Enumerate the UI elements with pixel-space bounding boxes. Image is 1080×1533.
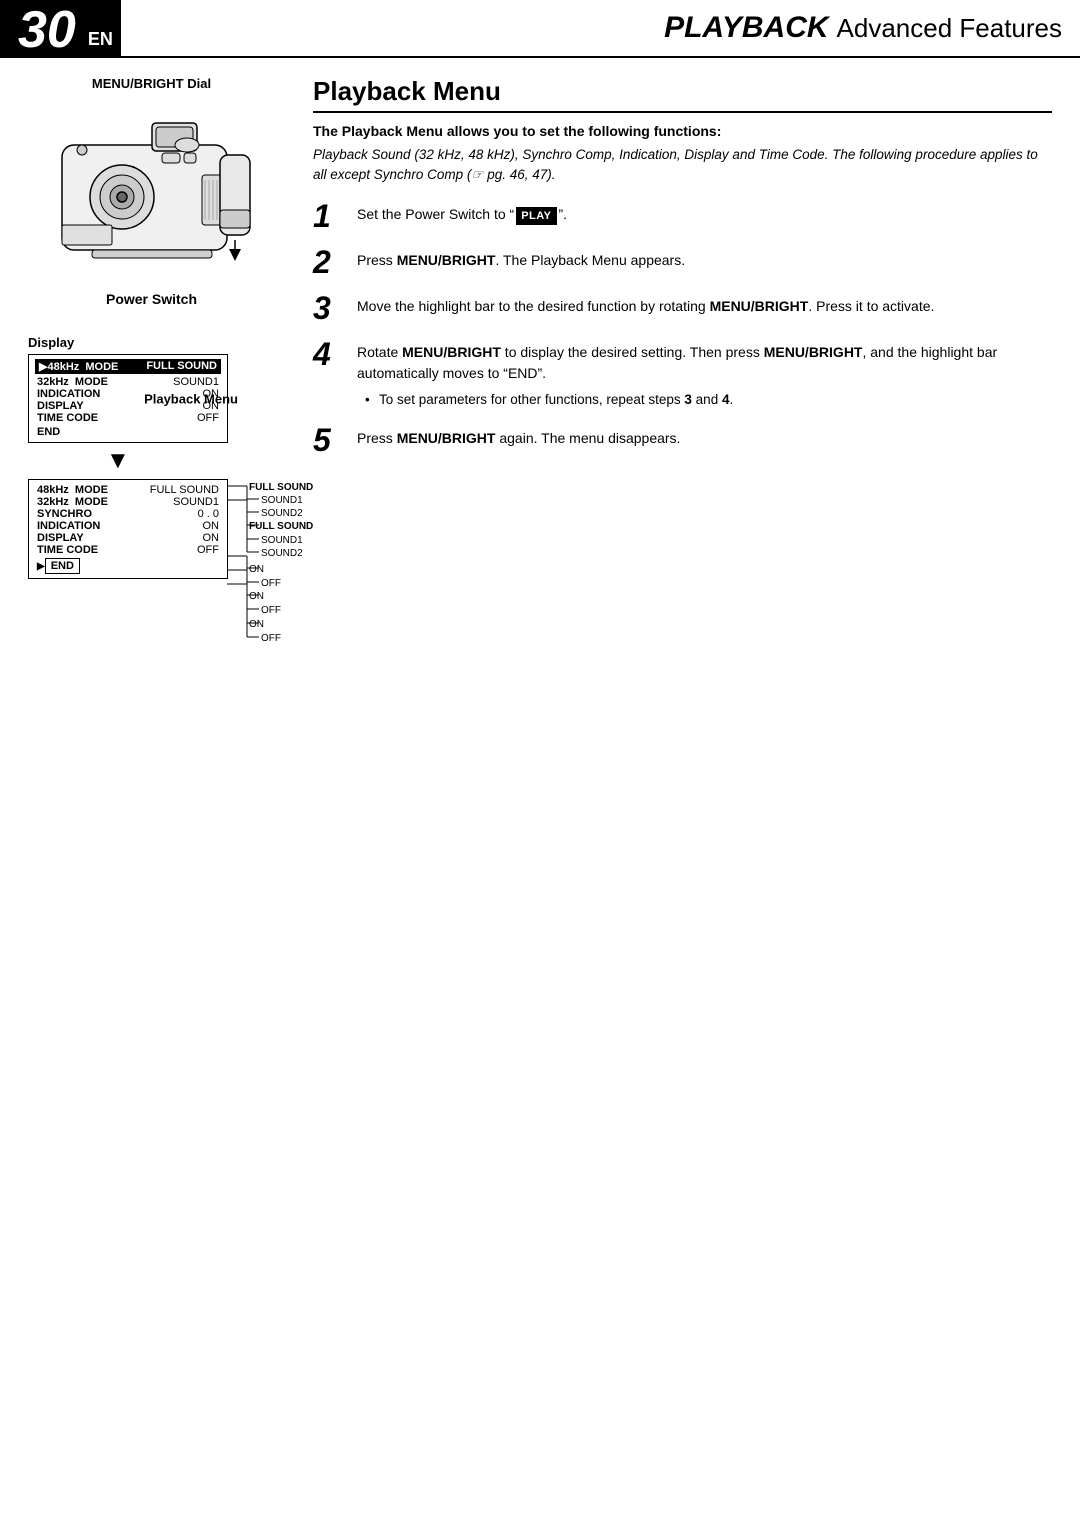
menu-title-row: ▶48kHz MODE FULL SOUND	[35, 359, 221, 374]
step-1-content: Set the Power Switch to “PLAY”.	[357, 200, 1052, 226]
menu-row-1: 32kHz MODE SOUND1	[35, 376, 221, 388]
svg-text:ON: ON	[249, 619, 264, 630]
step-4-bullets: To set parameters for other functions, r…	[365, 390, 1052, 410]
arrow-down-icon: ▼	[106, 447, 285, 475]
page-title: Playback Menu	[313, 76, 1052, 113]
header-advanced: Advanced Features	[837, 13, 1062, 44]
menu-box2-row-6: TIME CODE OFF	[35, 544, 221, 556]
menu-title-left: ▶48kHz MODE	[39, 360, 118, 373]
step-3: 3 Move the highlight bar to the desired …	[313, 292, 1052, 324]
power-switch-label: Power Switch	[18, 291, 285, 307]
step-3-number: 3	[313, 292, 351, 324]
step-5-content: Press MENU/BRIGHT again. The menu disapp…	[357, 424, 1052, 449]
menu-box2-row-2: 32kHz MODE SOUND1	[35, 496, 221, 508]
bullet-1: To set parameters for other functions, r…	[365, 390, 1052, 410]
intro-bold-text: The Playback Menu allows you to set the …	[313, 123, 1052, 139]
step-4: 4 Rotate MENU/BRIGHT to display the desi…	[313, 338, 1052, 410]
right-column: Playback Menu The Playback Menu allows y…	[295, 58, 1080, 579]
svg-text:OFF: OFF	[261, 578, 281, 589]
step-5-number: 5	[313, 424, 351, 456]
svg-text:SOUND1: SOUND1	[261, 495, 303, 506]
svg-text:ON: ON	[249, 591, 264, 602]
step-1: 1 Set the Power Switch to “PLAY”.	[313, 200, 1052, 232]
svg-text:SOUND1: SOUND1	[261, 535, 303, 546]
display-label: Display	[28, 335, 285, 350]
options-lines-svg: .opt-text { font-size: 10px; font-family…	[227, 479, 402, 679]
page-header: 30 EN PLAYBACK Advanced Features	[0, 0, 1080, 58]
menu-bright-dial-label: MENU/BRIGHT Dial	[18, 76, 285, 91]
step-1-number: 1	[313, 200, 351, 232]
svg-text:OFF: OFF	[261, 633, 281, 644]
svg-text:FULL SOUND: FULL SOUND	[249, 521, 313, 532]
steps-container: 1 Set the Power Switch to “PLAY”. 2 Pres…	[313, 200, 1052, 456]
menu-end-1: END	[35, 426, 221, 438]
svg-text:OFF: OFF	[261, 605, 281, 616]
header-title-area: PLAYBACK Advanced Features	[121, 0, 1080, 56]
menu-box2-row-4: INDICATION ON	[35, 520, 221, 532]
svg-text:SOUND2: SOUND2	[261, 508, 303, 519]
play-badge: PLAY	[516, 207, 556, 226]
step-2-number: 2	[313, 246, 351, 278]
left-column: MENU/BRIGHT Dial	[0, 58, 295, 579]
page-en: EN	[88, 0, 121, 56]
playback-menu-label: Playback Menu	[144, 391, 238, 406]
camera-illustration	[32, 95, 272, 285]
step-4-content: Rotate MENU/BRIGHT to display the desire…	[357, 338, 1052, 410]
menu-box2-row-5: DISPLAY ON	[35, 532, 221, 544]
page-number: 30	[0, 0, 88, 56]
step-3-content: Move the highlight bar to the desired fu…	[357, 292, 1052, 317]
menu-row-4: TIME CODE OFF	[35, 412, 221, 424]
menu-title-right: FULL SOUND	[146, 360, 217, 373]
svg-text:FULL SOUND: FULL SOUND	[249, 482, 313, 493]
menu-end-2: ▶END	[35, 558, 221, 574]
menu-box2-row-3: SYNCHRO 0 . 0	[35, 508, 221, 520]
svg-text:ON: ON	[249, 564, 264, 575]
svg-text:SOUND2: SOUND2	[261, 548, 303, 559]
step-2: 2 Press MENU/BRIGHT. The Playback Menu a…	[313, 246, 1052, 278]
menu-box-2-area: 48kHz MODE FULL SOUND 32kHz MODE SOUND1 …	[28, 479, 285, 579]
header-playback: PLAYBACK	[664, 11, 828, 45]
step-5: 5 Press MENU/BRIGHT again. The menu disa…	[313, 424, 1052, 456]
step-2-content: Press MENU/BRIGHT. The Playback Menu app…	[357, 246, 1052, 271]
menu-box2-row-1: 48kHz MODE FULL SOUND	[35, 484, 221, 496]
menu-box-2: 48kHz MODE FULL SOUND 32kHz MODE SOUND1 …	[28, 479, 228, 579]
main-content: MENU/BRIGHT Dial	[0, 58, 1080, 579]
intro-italic-text: Playback Sound (32 kHz, 48 kHz), Synchro…	[313, 145, 1052, 186]
step-4-number: 4	[313, 338, 351, 370]
